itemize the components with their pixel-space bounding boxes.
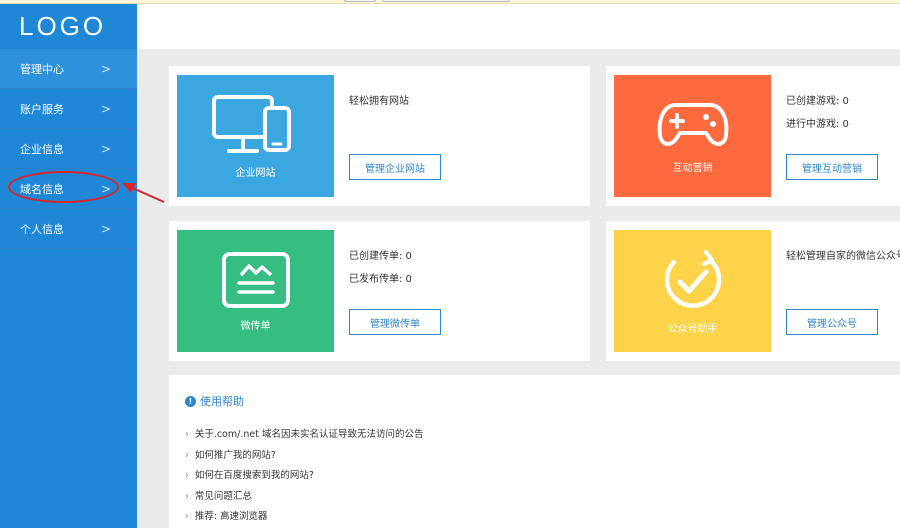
sidebar-menu: 管理中心 > 账户服务 > 企业信息 > 域名信息 > 个人信息 > xyxy=(0,49,137,249)
help-list: › 关于.com/.net 域名因未实名认证导致无法访问的公告 › 如何推广我的网站… xyxy=(185,425,423,528)
help-link[interactable]: › 推荐: 高速浏览器 xyxy=(185,507,423,528)
card-info-line: 进行中游戏: 0 xyxy=(786,119,849,130)
notification-button[interactable] xyxy=(344,0,376,2)
sidebar: LOGO 管理中心 > 账户服务 > 企业信息 > 域名信息 > 个人信息 > xyxy=(0,4,137,528)
card-wechat: 公众号助手 轻松管理自家的微信公众号 管理公众号 xyxy=(606,221,900,361)
sidebar-item-label: 个人信息 xyxy=(20,222,64,236)
chevron-right-icon: > xyxy=(100,221,111,236)
help-section: ! 使用帮助 › 关于.com/.net 域名因未实名认证导致无法访问的公告 › 如… xyxy=(169,375,900,528)
chevron-right-icon: › xyxy=(185,511,189,522)
help-link[interactable]: › 如何推广我的网站? xyxy=(185,446,423,467)
tile-label: 互动营销 xyxy=(672,162,713,174)
sidebar-item-label: 企业信息 xyxy=(20,142,64,156)
help-link-label: 关于.com/.net 域名因未实名认证导致无法访问的公告 xyxy=(194,429,424,440)
card-marketing: 互动营销 已创建游戏: 0 进行中游戏: 0 管理互动营销 xyxy=(606,66,900,206)
help-link[interactable]: › 如何在百度搜索到我的网站? xyxy=(185,466,423,487)
help-title-label: 使用帮助 xyxy=(200,395,244,408)
card-info-line: 轻松拥有网站 xyxy=(349,96,409,107)
sidebar-item-management-center[interactable]: 管理中心 > xyxy=(0,49,137,89)
help-link-label: 常见问题汇总 xyxy=(194,490,252,502)
tile-label: 企业网站 xyxy=(235,167,276,179)
chevron-right-icon: > xyxy=(100,61,111,76)
sidebar-item-personal-info[interactable]: 个人信息 > xyxy=(0,209,137,249)
help-link[interactable]: › 常见问题汇总 xyxy=(185,487,423,508)
flyer-icon xyxy=(221,251,290,308)
help-link-label: 如何在百度搜索到我的网站? xyxy=(194,470,314,481)
help-title[interactable]: ! 使用帮助 xyxy=(185,393,244,409)
check-circle-icon xyxy=(664,249,721,308)
tile-website[interactable]: 企业网站 xyxy=(177,75,334,197)
sidebar-item-account-services[interactable]: 账户服务 > xyxy=(0,89,137,129)
help-link[interactable]: › 关于.com/.net 域名因未实名认证导致无法访问的公告 xyxy=(185,425,423,446)
tile-label: 公众号助手 xyxy=(667,323,718,335)
card-info: 轻松管理自家的微信公众号 xyxy=(786,245,900,268)
help-link-label: 推荐: 高速浏览器 xyxy=(194,511,268,522)
sidebar-item-company-info[interactable]: 企业信息 > xyxy=(0,129,137,169)
card-info: 轻松拥有网站 xyxy=(349,90,409,113)
chevron-right-icon: › xyxy=(185,490,189,502)
devices-icon xyxy=(211,94,291,153)
help-link-label: 如何推广我的网站? xyxy=(194,449,276,461)
chevron-right-icon: > xyxy=(100,181,111,196)
chevron-right-icon: › xyxy=(185,449,189,461)
card-info-line: 已创建游戏: 0 xyxy=(786,96,849,107)
card-info-line: 已发布传单: 0 xyxy=(349,274,412,285)
manage-marketing-button[interactable]: 管理互动营销 xyxy=(786,154,878,180)
notification-button[interactable] xyxy=(382,0,510,2)
card-info-line: 已创建传单: 0 xyxy=(349,251,412,262)
sidebar-item-label: 管理中心 xyxy=(20,62,64,76)
tile-wechat[interactable]: 公众号助手 xyxy=(614,230,771,352)
manage-flyer-button[interactable]: 管理微传单 xyxy=(349,309,441,335)
top-header xyxy=(137,4,900,49)
chevron-right-icon: > xyxy=(100,101,111,116)
card-website: 企业网站 轻松拥有网站 管理企业网站 xyxy=(169,66,590,206)
card-info-line: 轻松管理自家的微信公众号 xyxy=(786,251,900,262)
sidebar-item-label: 账户服务 xyxy=(20,102,64,116)
chevron-right-icon: › xyxy=(185,429,189,440)
tile-label: 微传单 xyxy=(240,320,271,332)
manage-website-button[interactable]: 管理企业网站 xyxy=(349,154,441,180)
card-flyer: 微传单 已创建传单: 0 已发布传单: 0 管理微传单 xyxy=(169,221,590,361)
gamepad-icon xyxy=(657,102,728,146)
manage-wechat-button[interactable]: 管理公众号 xyxy=(786,309,878,335)
tile-flyer[interactable]: 微传单 xyxy=(177,230,334,352)
card-info: 已创建传单: 0 已发布传单: 0 xyxy=(349,245,412,291)
card-info: 已创建游戏: 0 进行中游戏: 0 xyxy=(786,90,849,136)
sidebar-item-label: 域名信息 xyxy=(20,182,64,196)
tile-marketing[interactable]: 互动营销 xyxy=(614,75,771,197)
sidebar-item-domain-info[interactable]: 域名信息 > xyxy=(0,169,137,209)
chevron-right-icon: > xyxy=(100,141,111,156)
chevron-right-icon: › xyxy=(185,470,189,481)
logo: LOGO xyxy=(0,4,137,49)
info-icon: ! xyxy=(185,395,196,407)
